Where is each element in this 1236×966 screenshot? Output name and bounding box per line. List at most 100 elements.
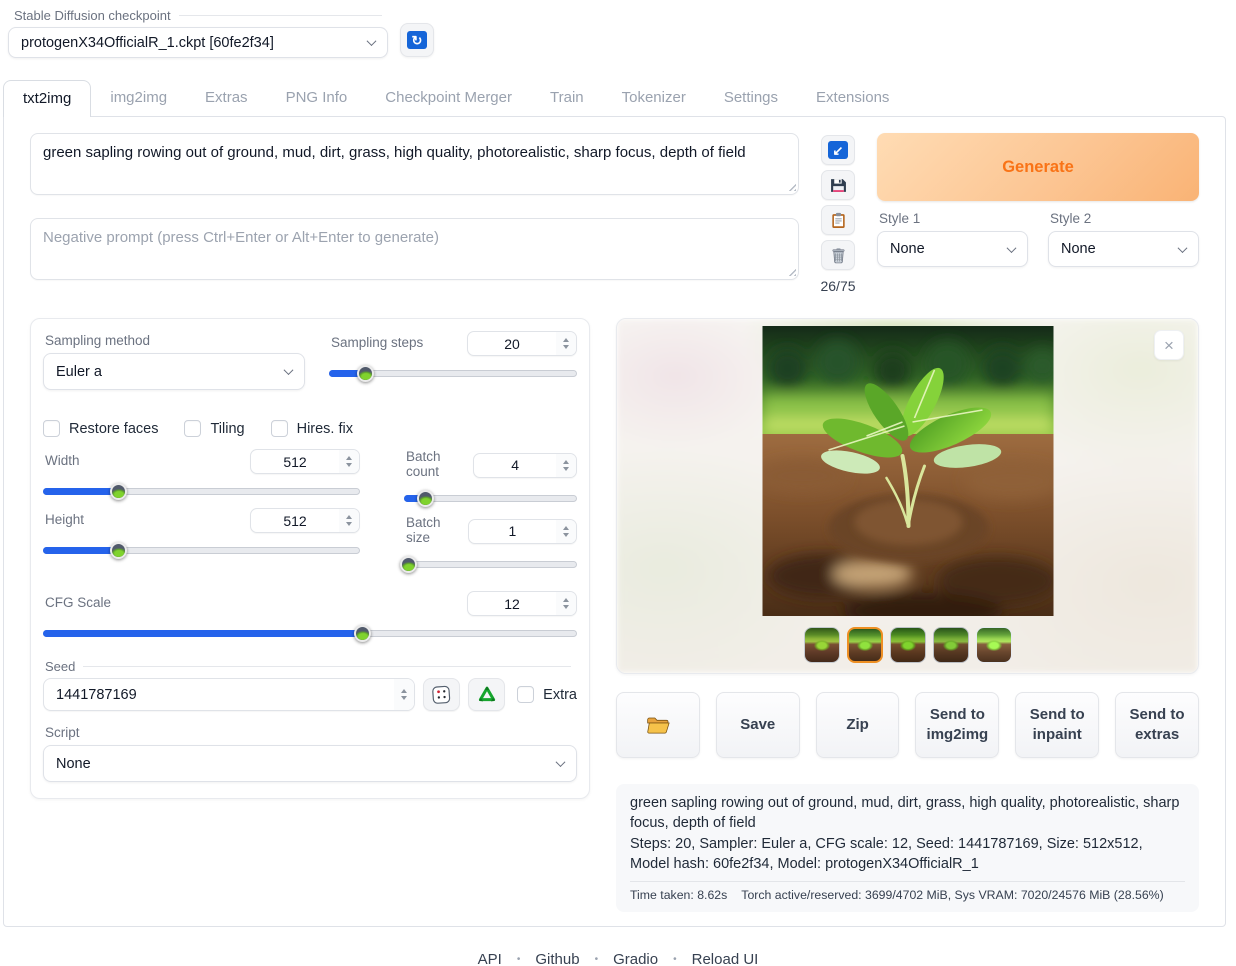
- style1-value: None: [890, 241, 925, 257]
- thumbnail-strip: [617, 627, 1198, 663]
- script-select[interactable]: None: [43, 745, 577, 782]
- thumbnail-5[interactable]: [976, 627, 1012, 663]
- stepper-arrows[interactable]: [339, 509, 359, 532]
- footer-link-api[interactable]: API: [478, 951, 502, 966]
- clear-prompt-button[interactable]: [821, 240, 855, 270]
- negative-prompt-input[interactable]: [30, 218, 799, 280]
- tab-tokenizer[interactable]: Tokenizer: [603, 80, 705, 116]
- label-rule: [83, 666, 571, 667]
- cfg-scale-input[interactable]: 12: [467, 591, 577, 616]
- cfg-scale-label: CFG Scale: [45, 595, 111, 610]
- style1-select[interactable]: None: [877, 231, 1028, 267]
- checkbox-box[interactable]: [184, 420, 201, 437]
- sampling-method-select[interactable]: Euler a: [43, 353, 305, 390]
- send-to-extras-button[interactable]: Send to extras: [1115, 692, 1199, 758]
- tiling-checkbox[interactable]: Tiling: [184, 420, 244, 437]
- open-folder-button[interactable]: [616, 692, 700, 758]
- height-value: 512: [251, 513, 339, 529]
- restore-faces-checkbox[interactable]: Restore faces: [43, 420, 158, 437]
- seed-label: Seed: [45, 659, 75, 674]
- style2-label: Style 2: [1050, 211, 1199, 226]
- checkbox-box[interactable]: [517, 686, 534, 703]
- thumbnail-3[interactable]: [890, 627, 926, 663]
- tab-extensions[interactable]: Extensions: [797, 80, 908, 116]
- prompt-input[interactable]: green sapling rowing out of ground, mud,…: [30, 133, 799, 195]
- label-rule: [179, 15, 382, 16]
- height-label: Height: [45, 512, 84, 527]
- sampling-steps-slider[interactable]: [329, 365, 577, 381]
- checkbox-box[interactable]: [271, 420, 288, 437]
- slider-thumb[interactable]: [110, 542, 127, 559]
- checkbox-box[interactable]: [43, 420, 60, 437]
- seed-input[interactable]: 1441787169: [43, 678, 415, 711]
- height-input[interactable]: 512: [250, 508, 360, 533]
- stepper-arrows[interactable]: [556, 454, 576, 477]
- checkpoint-select[interactable]: protogenX34OfficialR_1.ckpt [60fe2f34]: [8, 27, 388, 58]
- stepper-arrows[interactable]: [339, 450, 359, 473]
- result-gallery: ×: [616, 318, 1199, 674]
- txt2img-panel: green sapling rowing out of ground, mud,…: [3, 116, 1226, 927]
- slider-thumb[interactable]: [417, 490, 434, 507]
- tab-settings[interactable]: Settings: [705, 80, 797, 116]
- token-counter: 26/75: [820, 278, 855, 294]
- width-input[interactable]: 512: [250, 449, 360, 474]
- send-to-inpaint-button[interactable]: Send to inpaint: [1015, 692, 1099, 758]
- thumbnail-1[interactable]: [804, 627, 840, 663]
- stepper-arrows[interactable]: [556, 592, 576, 615]
- generated-image[interactable]: [762, 326, 1053, 616]
- tab-train[interactable]: Train: [531, 80, 603, 116]
- footer-link-gradio[interactable]: Gradio: [613, 951, 658, 966]
- chevron-down-icon: [284, 365, 294, 375]
- vram-stats-text: Torch active/reserved: 3699/4702 MiB, Sy…: [741, 887, 1163, 904]
- stepper-arrows[interactable]: [394, 679, 414, 710]
- cfg-scale-slider[interactable]: [43, 625, 577, 641]
- batch-count-slider[interactable]: [404, 490, 577, 506]
- footer-link-reload-ui[interactable]: Reload UI: [692, 951, 759, 966]
- batch-count-input[interactable]: 4: [473, 453, 577, 478]
- sampling-steps-input[interactable]: 20: [467, 331, 577, 356]
- footer: API• Github• Gradio• Reload UI python: 3…: [0, 951, 1236, 966]
- send-to-img2img-button[interactable]: Send to img2img: [915, 692, 999, 758]
- tab-png-info[interactable]: PNG Info: [267, 80, 367, 116]
- slider-thumb[interactable]: [357, 365, 374, 382]
- footer-separator: •: [517, 954, 521, 965]
- tab-checkpoint-merger[interactable]: Checkpoint Merger: [366, 80, 531, 116]
- zip-button[interactable]: Zip: [816, 692, 900, 758]
- close-gallery-button[interactable]: ×: [1154, 330, 1184, 360]
- width-value: 512: [251, 454, 339, 470]
- footer-link-github[interactable]: Github: [535, 951, 579, 966]
- save-style-button[interactable]: [821, 170, 855, 200]
- width-slider[interactable]: [43, 483, 360, 499]
- extra-seed-checkbox[interactable]: Extra: [517, 686, 577, 703]
- batch-count-value: 4: [474, 457, 556, 473]
- slider-thumb[interactable]: [354, 625, 371, 642]
- thumbnail-2-selected[interactable]: [847, 627, 883, 663]
- height-slider[interactable]: [43, 542, 360, 558]
- read-params-button[interactable]: ↙: [821, 135, 855, 165]
- slider-thumb[interactable]: [400, 556, 417, 573]
- style2-select[interactable]: None: [1048, 231, 1199, 267]
- tab-txt2img[interactable]: txt2img: [3, 80, 91, 117]
- sampling-steps-value: 20: [468, 336, 556, 352]
- reuse-seed-button[interactable]: [468, 678, 505, 711]
- apply-style-button[interactable]: [821, 205, 855, 235]
- save-button[interactable]: Save: [716, 692, 800, 758]
- floppy-disk-icon: [830, 177, 847, 194]
- thumbnail-4[interactable]: [933, 627, 969, 663]
- chevron-down-icon: [556, 757, 566, 767]
- main-tabs: txt2img img2img Extras PNG Info Checkpoi…: [3, 80, 1236, 116]
- trash-icon: [830, 247, 847, 264]
- hires-fix-checkbox[interactable]: Hires. fix: [271, 420, 353, 437]
- refresh-icon: ↻: [407, 31, 427, 49]
- refresh-checkpoint-button[interactable]: ↻: [400, 23, 434, 57]
- arrow-down-left-icon: ↙: [828, 141, 848, 159]
- slider-thumb[interactable]: [110, 483, 127, 500]
- batch-size-input[interactable]: 1: [468, 519, 577, 544]
- tab-img2img[interactable]: img2img: [91, 80, 186, 116]
- generate-button[interactable]: Generate: [877, 133, 1199, 201]
- random-seed-button[interactable]: [423, 678, 460, 711]
- batch-size-slider[interactable]: [404, 556, 577, 572]
- stepper-arrows[interactable]: [556, 332, 576, 355]
- tab-extras[interactable]: Extras: [186, 80, 267, 116]
- stepper-arrows[interactable]: [556, 520, 576, 543]
